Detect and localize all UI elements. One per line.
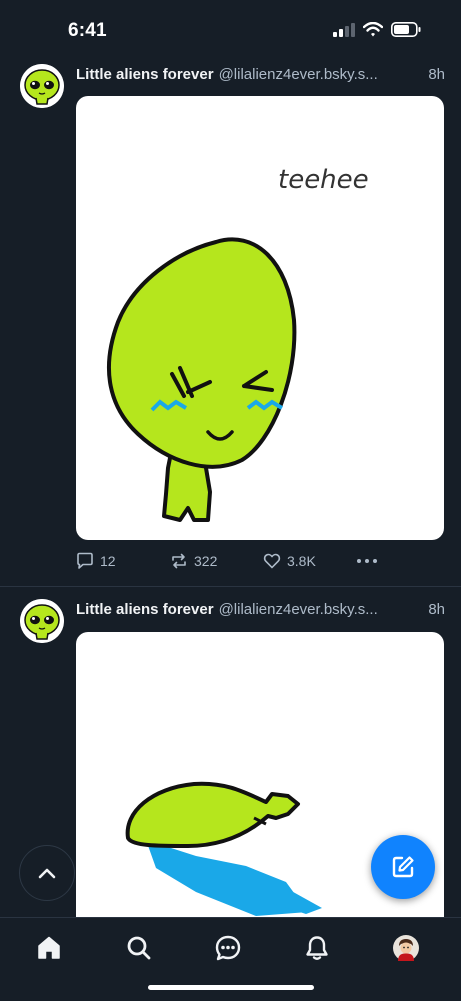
compose-post-button[interactable] <box>371 835 435 899</box>
like-button[interactable]: 3.8K <box>263 552 316 570</box>
ellipsis-icon <box>357 559 377 563</box>
feed-post[interactable]: Little aliens forever @lilalienz4ever.bs… <box>0 62 461 587</box>
author-avatar[interactable] <box>20 599 64 643</box>
author-handle[interactable]: @lilalienz4ever.bsky.s... <box>219 601 378 618</box>
status-icons <box>333 22 421 37</box>
alien-avatar-icon <box>20 599 64 643</box>
bell-icon <box>306 936 328 960</box>
home-indicator[interactable] <box>148 985 314 990</box>
nav-chat[interactable] <box>206 930 250 966</box>
author-handle[interactable]: @lilalienz4ever.bsky.s... <box>219 66 378 83</box>
post-header: Little aliens forever @lilalienz4ever.bs… <box>76 601 445 618</box>
reply-button[interactable]: 12 <box>76 552 116 570</box>
chevron-up-icon <box>38 868 56 879</box>
nav-search[interactable] <box>117 930 161 966</box>
repost-arrows-icon <box>172 553 186 569</box>
wifi-icon <box>363 22 383 37</box>
post-actions: 12 322 3.8K <box>76 552 406 572</box>
nav-home[interactable] <box>27 930 71 966</box>
post-timestamp: 8h <box>428 601 445 618</box>
post-header: Little aliens forever @lilalienz4ever.bs… <box>76 66 445 83</box>
speech-bubble-icon <box>77 552 93 569</box>
repost-count: 322 <box>194 553 218 569</box>
author-name[interactable]: Little aliens forever <box>76 601 214 618</box>
image-caption: teehee <box>278 165 369 195</box>
author-name[interactable]: Little aliens forever <box>76 66 214 83</box>
chat-icon <box>215 935 241 961</box>
nav-profile[interactable] <box>384 930 428 966</box>
more-options-button[interactable] <box>356 552 378 570</box>
author-avatar[interactable] <box>20 64 64 108</box>
battery-icon <box>391 22 421 37</box>
alien-teehee-drawing: teehee <box>106 165 369 522</box>
cellular-signal-icon <box>333 22 355 37</box>
alien-avatar-icon <box>20 64 64 108</box>
scroll-to-top-button[interactable] <box>19 845 75 901</box>
status-time: 6:41 <box>68 20 107 41</box>
nav-notifications[interactable] <box>295 930 339 966</box>
reply-count: 12 <box>100 553 116 569</box>
post-image[interactable]: teehee <box>76 96 444 540</box>
user-avatar <box>393 935 419 961</box>
pencil-square-icon <box>392 856 414 878</box>
home-icon <box>38 936 60 959</box>
repost-button[interactable]: 322 <box>170 552 217 570</box>
like-count: 3.8K <box>287 553 316 569</box>
heart-icon <box>263 553 281 569</box>
search-icon <box>127 936 151 960</box>
status-bar: 6:41 <box>0 0 461 62</box>
post-timestamp: 8h <box>428 66 445 83</box>
